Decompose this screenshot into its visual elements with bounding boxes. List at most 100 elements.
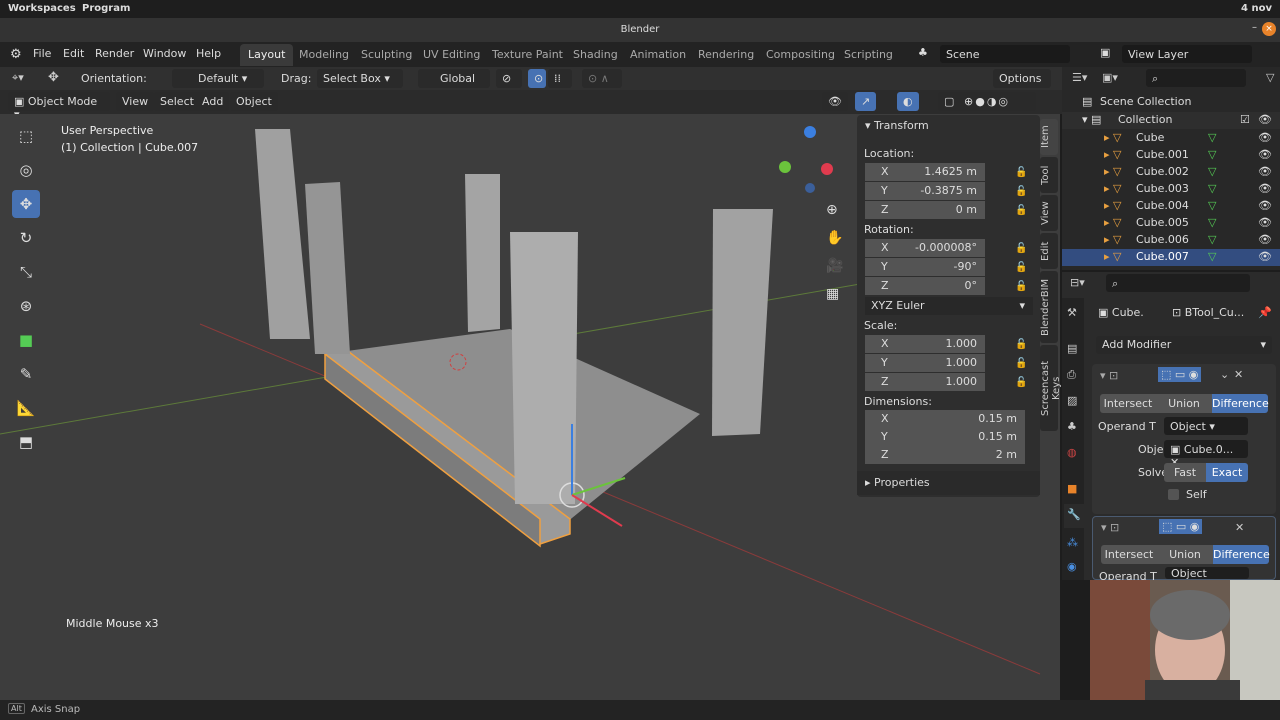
drag-dropdown[interactable]: Select Box ▾ [317, 69, 403, 88]
tab-rendering[interactable]: Rendering [690, 44, 762, 66]
tool-settings-icon[interactable]: ⌖▾ [12, 71, 24, 85]
remove-modifier-icon[interactable]: ✕ [1235, 521, 1244, 534]
camera-icon[interactable]: 🎥 [826, 258, 843, 274]
blender-logo-icon[interactable]: ⚙ [10, 47, 22, 62]
object-field[interactable]: ▣ Cube.0... ✕ [1164, 440, 1248, 469]
particles-tab-icon[interactable]: ⁂ [1067, 536, 1078, 549]
move-icon[interactable]: ✥ [12, 190, 40, 218]
menu-object[interactable]: Object [230, 92, 278, 111]
lock-icon[interactable]: 🔓 [1015, 377, 1027, 388]
select-box-icon[interactable]: ⬚ [12, 122, 40, 150]
tab-modeling[interactable]: Modeling [291, 44, 357, 66]
display-mode-icon[interactable]: ☰▾ [1072, 71, 1087, 84]
tab-compositing[interactable]: Compositing [758, 44, 843, 66]
modifier-visibility-toggles[interactable]: ⬚ ▭ ◉ [1158, 367, 1202, 382]
physics-tab-icon[interactable]: ◉ [1067, 560, 1077, 573]
lock-icon[interactable]: 🔓 [1015, 243, 1027, 254]
outliner-item[interactable]: ▸ ▽ Cube.005 ▽ 👁 [1062, 215, 1280, 232]
cursor-icon[interactable]: ◎ [12, 156, 40, 184]
rotation-mode-dropdown[interactable]: XYZ Euler ▾ [865, 297, 1033, 315]
tab-uv-editing[interactable]: UV Editing [415, 44, 488, 66]
remove-modifier-icon[interactable]: ✕ [1234, 368, 1243, 381]
pin-icon[interactable]: 📌 [1258, 306, 1272, 319]
proportional-edit[interactable]: ⊙ ∧ [582, 69, 622, 88]
tab-view[interactable]: View [1040, 195, 1058, 231]
grid-view-icon[interactable]: ▦ [826, 286, 839, 302]
dimensions-x[interactable]: X 0.15 m [865, 410, 1025, 428]
scale-x[interactable]: X 1.000 [865, 335, 985, 353]
menu-add[interactable]: Add [196, 92, 230, 111]
tab-item[interactable]: Item [1040, 119, 1058, 155]
solver-exact[interactable]: Exact [1206, 463, 1248, 482]
tool-tab-icon[interactable]: ⚒ [1067, 306, 1077, 319]
mode-dropdown[interactable]: ▣ Object Mode ▾ [8, 92, 110, 121]
lock-icon[interactable]: 🔓 [1015, 358, 1027, 369]
tab-tool[interactable]: Tool [1040, 157, 1058, 193]
modifier-menu[interactable]: ⌄ [1220, 368, 1229, 381]
annotate-icon[interactable]: ✎ [12, 360, 40, 388]
snap-target-dropdown[interactable]: ⁞⁞ [548, 69, 572, 88]
lock-icon[interactable]: 🔓 [1015, 186, 1027, 197]
snap-toggle[interactable]: ⊙ [528, 69, 546, 88]
op-intersect[interactable]: Intersect [1101, 545, 1157, 564]
operand-dropdown[interactable]: Object ▾ [1164, 417, 1248, 435]
options-dropdown[interactable]: Options [993, 69, 1051, 88]
outliner-item-selected[interactable]: ▸ ▽ Cube.007 ▽ 👁 [1062, 249, 1280, 266]
lock-icon[interactable]: 🔓 [1015, 167, 1027, 178]
outliner-item[interactable]: ▸ ▽ Cube.001 ▽ 👁 [1062, 147, 1280, 164]
transform-header[interactable]: ▾ Transform [865, 119, 929, 132]
output-tab-icon[interactable]: ⎙ [1067, 368, 1076, 382]
view-layer-selector[interactable]: View Layer [1122, 45, 1252, 63]
lock-icon[interactable]: 🔓 [1015, 339, 1027, 350]
scene-selector[interactable]: Scene [940, 45, 1070, 63]
view-layer-tab-icon[interactable]: ▨ [1067, 394, 1077, 407]
visibility-icon[interactable]: 👁 [822, 92, 848, 111]
outliner-item[interactable]: ▸ ▽ Cube.006 ▽ 👁 [1062, 232, 1280, 249]
menu-file[interactable]: File [33, 47, 51, 60]
menu-select[interactable]: Select [154, 92, 200, 111]
editor-type-icon[interactable]: ⊟▾ [1070, 276, 1085, 289]
shading-modes[interactable]: ⊕●◑◎ [958, 92, 1036, 111]
modifier-visibility-toggles[interactable]: ⬚ ▭ ◉ [1159, 519, 1203, 534]
add-primitive-icon[interactable]: ⬒ [12, 428, 40, 456]
transform-icon[interactable]: ⊛ [12, 292, 40, 320]
minimize-button[interactable]: – [1252, 22, 1257, 33]
menu-window[interactable]: Window [143, 47, 186, 60]
tab-sculpting[interactable]: Sculpting [353, 44, 420, 66]
zoom-icon[interactable]: ⊕ [826, 202, 838, 218]
rotation-z[interactable]: Z 0° [865, 277, 985, 295]
dimensions-y[interactable]: Y 0.15 m [865, 428, 1025, 446]
outliner-item[interactable]: ▸ ▽ Cube.004 ▽ 👁 [1062, 198, 1280, 215]
outliner-search[interactable]: ⌕ [1146, 69, 1246, 87]
orientation-dropdown[interactable]: Default ▾ [172, 69, 264, 88]
tab-screencast-keys[interactable]: Screencast Keys [1040, 345, 1062, 431]
filter-view-icon[interactable]: ▣▾ [1102, 71, 1118, 84]
lock-icon[interactable]: 🔓 [1015, 281, 1027, 292]
modifier-tab-icon[interactable]: 🔧 [1064, 504, 1084, 528]
modifier-header[interactable]: ▾ ⊡ [1100, 369, 1118, 382]
outliner-scene-collection[interactable]: ▤ Scene Collection [1062, 94, 1280, 111]
world-tab-icon[interactable]: ◍ [1067, 446, 1077, 459]
menu-help[interactable]: Help [196, 47, 221, 60]
tab-edit[interactable]: Edit [1040, 233, 1058, 269]
filter-icon[interactable]: ▽ [1266, 71, 1274, 84]
self-checkbox[interactable] [1168, 489, 1179, 500]
properties-subpanel[interactable]: ▸ Properties [857, 471, 1040, 495]
rotation-x[interactable]: X -0.000008° [865, 239, 985, 257]
outliner-item[interactable]: ▸ ▽ Cube.002 ▽ 👁 [1062, 164, 1280, 181]
menu-edit[interactable]: Edit [63, 47, 84, 60]
add-modifier-dropdown[interactable]: Add Modifier ▾ [1096, 336, 1272, 354]
tab-shading[interactable]: Shading [565, 44, 626, 66]
add-cube-icon[interactable]: ■ [12, 326, 40, 354]
location-x[interactable]: X 1.4625 m [865, 163, 985, 181]
tab-scripting[interactable]: Scripting [836, 44, 901, 66]
render-tab-icon[interactable]: ▤ [1067, 342, 1077, 355]
tab-texture-paint[interactable]: Texture Paint [484, 44, 571, 66]
location-z[interactable]: Z 0 m [865, 201, 985, 219]
op-union[interactable]: Union [1156, 394, 1212, 413]
tab-animation[interactable]: Animation [622, 44, 694, 66]
gizmo-toggle[interactable]: ↗ [855, 92, 877, 111]
scene-tab-icon[interactable]: ♣ [1067, 420, 1077, 433]
lock-icon[interactable]: 🔓 [1015, 262, 1027, 273]
operand-dropdown[interactable]: Object [1165, 567, 1249, 580]
